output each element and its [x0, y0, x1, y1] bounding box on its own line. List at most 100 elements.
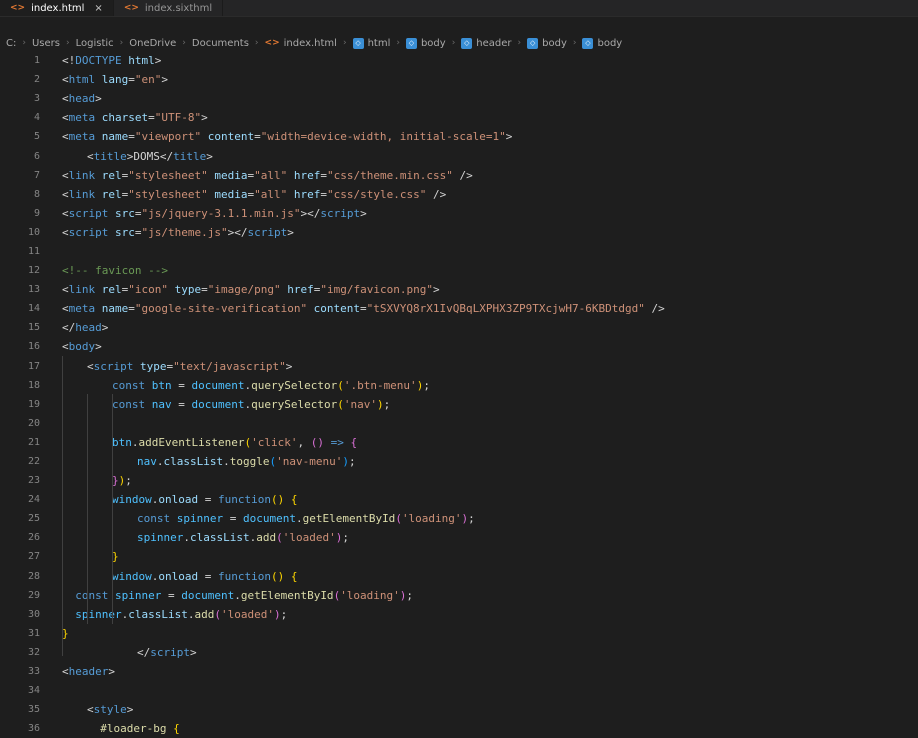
code-token: >: [126, 703, 134, 717]
line-number: 13: [27, 284, 40, 296]
editor-tab-bar: <> index.html × <> index.sixthml: [0, 0, 918, 17]
code-line[interactable]: 3 <head>: [0, 89, 918, 108]
code-token: script: [68, 206, 109, 220]
code-line[interactable]: 12 <!-- favicon -->: [0, 261, 918, 280]
code-token: 'loaded': [220, 607, 274, 621]
breadcrumb-item[interactable]: ◇ body: [527, 37, 567, 49]
code-token: addEventListener: [138, 435, 245, 449]
breadcrumb-item[interactable]: Users: [32, 38, 60, 49]
code-text: }: [62, 550, 119, 563]
code-text: <link rel="stylesheet" media="all" href=…: [62, 169, 473, 182]
code-token: (: [395, 512, 402, 526]
breadcrumb-item[interactable]: Logistic: [76, 38, 114, 49]
code-line[interactable]: 20: [0, 414, 918, 433]
code-line[interactable]: 29 const spinner = document.getElementBy…: [0, 586, 918, 605]
code-token: {: [290, 569, 298, 583]
code-line[interactable]: 31}: [0, 624, 918, 643]
code-line[interactable]: 8 <link rel="stylesheet" media="all" href…: [0, 185, 918, 204]
breadcrumb-item[interactable]: ◇ header: [461, 37, 512, 49]
code-token: link: [68, 168, 96, 182]
code-token: =: [223, 512, 243, 526]
line-number: 31: [27, 627, 40, 639]
code-token: ;: [280, 607, 288, 621]
chevron-right-icon: ›: [517, 38, 522, 48]
code-token: ): [342, 455, 349, 469]
code-line[interactable]: 25 const spinner = document.getElementByI…: [0, 509, 918, 528]
code-text: <style>: [62, 703, 133, 716]
breadcrumb-item[interactable]: ◇ html: [352, 37, 390, 49]
code-token: <: [62, 92, 69, 106]
breadcrumb-item[interactable]: ◇ body: [405, 37, 446, 49]
code-line[interactable]: 28 window.onload = function() {: [0, 567, 918, 586]
code-line[interactable]: 14 <meta name="google-site-verification" …: [0, 299, 918, 318]
indent-guide: [87, 394, 88, 624]
code-token: =: [320, 187, 327, 201]
html-file-icon: <>: [264, 38, 280, 48]
code-line[interactable]: 1 <!DOCTYPE html>: [0, 51, 918, 70]
close-icon[interactable]: ×: [94, 3, 102, 14]
code-line[interactable]: 27}: [0, 547, 918, 566]
code-line[interactable]: 30 spinner.classList.add('loaded');: [0, 605, 918, 624]
code-token: querySelector: [251, 378, 338, 392]
code-editor[interactable]: 1 <!DOCTYPE html> 2 <html lang="en"> 3 <head>…: [0, 51, 918, 738]
code-token: >: [432, 283, 440, 297]
code-line[interactable]: 17 <script type="text/javascript">: [0, 357, 918, 376]
code-line[interactable]: 10 <script src="js/theme.js"></script>: [0, 223, 918, 242]
code-token: script: [68, 225, 109, 239]
code-line[interactable]: 32 </script>: [0, 643, 918, 662]
code-line[interactable]: 5 <meta name="viewport" content="width=de…: [0, 127, 918, 146]
code-line[interactable]: 11: [0, 242, 918, 261]
breadcrumb-item[interactable]: <> index.html: [265, 38, 337, 49]
indent-guide: [112, 394, 113, 624]
tab-1[interactable]: <> index.sixthml: [114, 0, 224, 16]
code-token: nav: [145, 397, 172, 411]
code-token: src: [108, 225, 135, 239]
chevron-right-icon: ›: [182, 38, 186, 48]
code-line[interactable]: 24 window.onload = function() {: [0, 490, 918, 509]
code-line[interactable]: 35 <style>: [0, 700, 918, 719]
code-token: toggle: [229, 455, 270, 469]
code-token: script: [320, 206, 361, 220]
code-line[interactable]: 7 <link rel="stylesheet" media="all" href…: [0, 166, 918, 185]
code-line[interactable]: 19 const nav = document.querySelector('na…: [0, 395, 918, 414]
tab-label: index.sixthml: [144, 2, 213, 14]
line-number: 1: [33, 55, 40, 67]
code-token: function: [218, 493, 271, 507]
breadcrumb-item[interactable]: ◇ body: [582, 37, 622, 49]
code-token: href: [287, 187, 321, 201]
code-text: </head>: [62, 321, 108, 334]
code-token: btn: [145, 378, 172, 392]
code-line[interactable]: 21 btn.addEventListener('click', () => {: [0, 433, 918, 452]
code-line[interactable]: 26 spinner.classList.add('loaded');: [0, 528, 918, 547]
chevron-right-icon: ›: [22, 38, 26, 48]
breadcrumb-label: body: [420, 37, 446, 49]
code-line[interactable]: 22 nav.classList.toggle('nav-menu');: [0, 452, 918, 471]
code-line[interactable]: 4 <meta charset="UTF-8">: [0, 108, 918, 127]
code-token: const: [112, 397, 146, 411]
breadcrumb-item[interactable]: OneDrive: [129, 38, 176, 49]
code-token: >: [101, 321, 109, 335]
code-line[interactable]: 33 <header>: [0, 662, 918, 681]
code-line[interactable]: 36 #loader-bg {: [0, 719, 918, 738]
code-token: lang: [95, 73, 129, 87]
code-text: const spinner = document.getElementById(…: [62, 512, 475, 525]
code-line[interactable]: 2 <html lang="en">: [0, 70, 918, 89]
tab-0[interactable]: <> index.html ×: [0, 0, 114, 16]
code-token: <: [62, 206, 69, 220]
code-line[interactable]: 23});: [0, 471, 918, 490]
code-token: document: [242, 512, 296, 526]
code-token: classList: [189, 531, 250, 545]
code-line[interactable]: 16 <body>: [0, 337, 918, 356]
breadcrumb-item[interactable]: Documents: [192, 38, 249, 49]
line-number: 18: [27, 379, 40, 391]
code-line[interactable]: 9 <script src="js/jquery-3.1.1.min.js"></…: [0, 204, 918, 223]
code-line[interactable]: 6 <title>DOMS</title>: [0, 146, 918, 165]
code-token: =: [128, 130, 135, 144]
code-line[interactable]: 13 <link rel="icon" type="image/png" href…: [0, 280, 918, 299]
code-line[interactable]: 18 const btn = document.querySelector('.b…: [0, 376, 918, 395]
code-token: "img/favicon.png": [320, 283, 433, 297]
code-line[interactable]: 34: [0, 681, 918, 700]
code-token: <: [62, 225, 69, 239]
code-line[interactable]: 15 </head>: [0, 318, 918, 337]
breadcrumb-item[interactable]: C:: [6, 38, 16, 49]
